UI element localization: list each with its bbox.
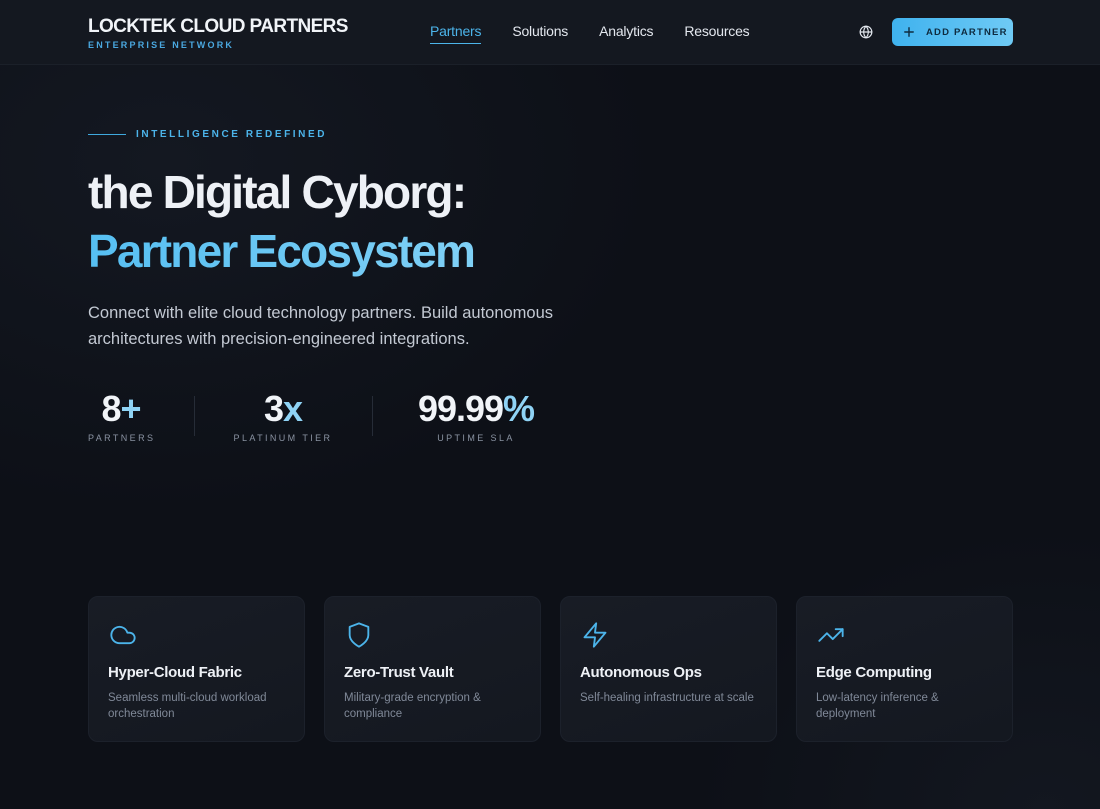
stat-uptime: 99.99% UPTIME SLA: [406, 388, 546, 444]
feature-card-edge-computing[interactable]: Edge Computing Low-latency inference & d…: [796, 596, 1013, 742]
feature-description: Military-grade encryption & compliance: [344, 692, 481, 720]
add-partner-label: ADD PARTNER: [926, 26, 1008, 38]
stat-suffix: x: [283, 388, 303, 429]
hero-description: Connect with elite cloud technology part…: [88, 304, 554, 348]
hero-eyebrow: INTELLIGENCE REDEFINED: [88, 129, 327, 140]
feature-description: Seamless multi-cloud workload orchestrat…: [108, 692, 267, 720]
stat-platinum: 3x PLATINUM TIER: [228, 388, 338, 444]
stat-value: 8+: [88, 388, 154, 430]
stat-divider: [372, 396, 373, 436]
trending-up-icon: [816, 621, 846, 649]
feature-title: Edge Computing: [816, 664, 932, 681]
stat-number: 8: [101, 388, 121, 429]
feature-card-hyper-cloud[interactable]: Hyper-Cloud Fabric Seamless multi-cloud …: [88, 596, 305, 742]
plus-icon: [904, 27, 914, 37]
stat-number: 3: [263, 388, 284, 429]
feature-card-autonomous-ops[interactable]: Autonomous Ops Self-healing infrastructu…: [560, 596, 777, 742]
feature-title: Hyper-Cloud Fabric: [108, 664, 242, 681]
feature-title: Autonomous Ops: [580, 664, 702, 681]
stat-value: 3x: [228, 388, 338, 430]
eyebrow-divider: [88, 134, 126, 135]
nav-item-solutions[interactable]: Solutions: [512, 22, 568, 44]
stat-number: 99.99: [417, 388, 504, 429]
brand-subtitle: ENTERPRISE NETWORK: [88, 40, 235, 50]
nav-item-resources[interactable]: Resources: [684, 22, 749, 44]
brand[interactable]: LOCKTEK CLOUD PARTNERS ENTERPRISE NETWOR…: [88, 16, 348, 51]
lightning-icon: [580, 621, 610, 649]
add-partner-button[interactable]: ADD PARTNER: [892, 18, 1013, 46]
stat-label: UPTIME SLA: [437, 433, 515, 443]
top-navbar: LOCKTEK CLOUD PARTNERS ENTERPRISE NETWOR…: [0, 0, 1100, 65]
nav-item-analytics[interactable]: Analytics: [599, 22, 653, 44]
stat-value: 99.99%: [406, 388, 546, 430]
feature-description: Low-latency inference & deployment: [816, 692, 939, 720]
main-nav: Partners Solutions Analytics Resources: [430, 22, 750, 44]
stat-divider: [194, 396, 195, 436]
stat-partners: 8+ PARTNERS: [88, 388, 154, 444]
brand-title: LOCKTEK CLOUD PARTNERS: [88, 16, 348, 37]
stat-suffix: %: [503, 388, 535, 429]
nav-item-partners[interactable]: Partners: [430, 22, 482, 44]
feature-title: Zero-Trust Vault: [344, 664, 454, 681]
shield-icon: [344, 621, 374, 649]
feature-description: Self-healing infrastructure at scale: [580, 692, 754, 704]
stat-suffix: +: [120, 388, 142, 429]
eyebrow-text: INTELLIGENCE REDEFINED: [136, 129, 328, 140]
stat-label: PLATINUM TIER: [233, 433, 333, 443]
globe-icon[interactable]: [858, 24, 874, 40]
stat-label: PARTNERS: [88, 433, 156, 443]
page: LOCKTEK CLOUD PARTNERS ENTERPRISE NETWOR…: [0, 0, 1100, 809]
cloud-icon: [108, 621, 138, 649]
hero-title-line2: Partner Ecosystem: [88, 225, 476, 277]
hero-title-line1: the Digital Cyborg:: [88, 166, 467, 218]
feature-card-zero-trust[interactable]: Zero-Trust Vault Military-grade encrypti…: [324, 596, 541, 742]
